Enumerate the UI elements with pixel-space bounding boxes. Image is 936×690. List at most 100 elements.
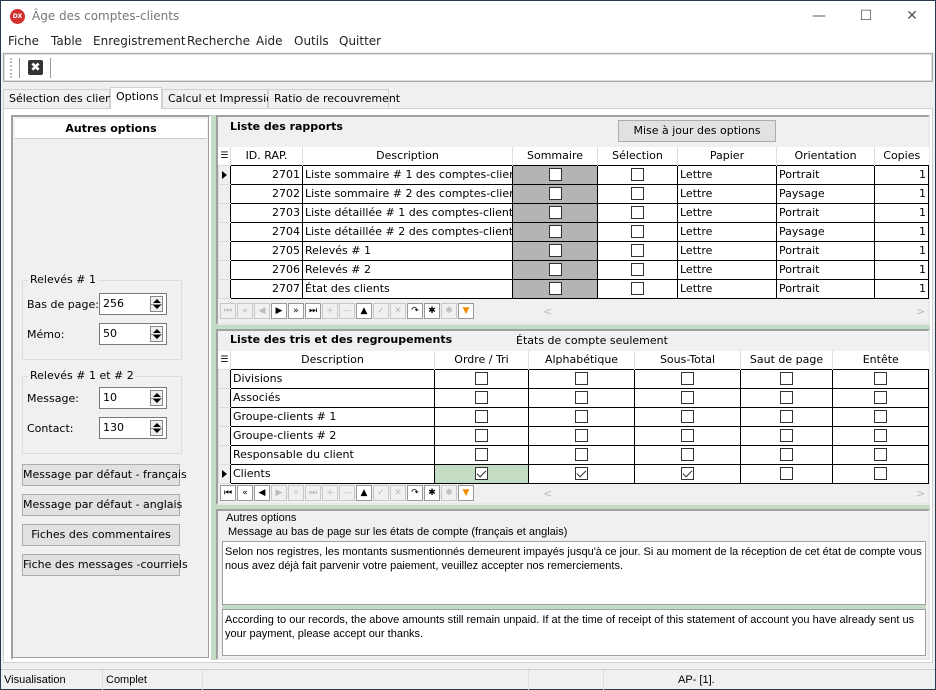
- col-header-description[interactable]: Description: [230, 351, 435, 369]
- minimize-button[interactable]: —: [796, 1, 842, 32]
- ordre-cell[interactable]: [434, 425, 529, 446]
- sommaire-cell[interactable]: [512, 278, 598, 299]
- nav-delete-icon[interactable]: —: [339, 303, 355, 319]
- alpha-cell[interactable]: [528, 425, 635, 446]
- saut-cell[interactable]: [740, 387, 833, 408]
- selection-checkbox[interactable]: [631, 187, 644, 201]
- sort-description[interactable]: Groupe-clients # 1: [230, 406, 435, 427]
- report-copies[interactable]: 1: [874, 164, 929, 185]
- sommaire-cell[interactable]: [512, 259, 598, 280]
- report-id[interactable]: 2704: [230, 221, 303, 242]
- alpha-checkbox[interactable]: [575, 410, 588, 424]
- saut-cell[interactable]: [740, 406, 833, 427]
- email-messages-button[interactable]: Fiche des messages -courriels: [22, 554, 188, 576]
- saut-checkbox[interactable]: [780, 391, 793, 405]
- sort-description[interactable]: Responsable du client: [230, 444, 435, 465]
- menu-outils[interactable]: Outils: [294, 34, 329, 48]
- ordre-cell[interactable]: [434, 368, 529, 389]
- report-description[interactable]: Liste détaillée # 1 des comptes-clients: [302, 202, 513, 223]
- saut-cell[interactable]: [740, 463, 833, 484]
- sommaire-checkbox[interactable]: [548, 187, 562, 201]
- default-message-english-button[interactable]: Message par défaut - anglais: [22, 494, 182, 516]
- col-header-orientation[interactable]: Orientation: [776, 147, 875, 165]
- alpha-checkbox[interactable]: [575, 467, 588, 481]
- row-indicator[interactable]: [218, 368, 231, 389]
- selection-cell[interactable]: [597, 164, 678, 185]
- report-description[interactable]: Liste sommaire # 1 des comptes-clients: [302, 164, 513, 185]
- memo-spinner[interactable]: 50: [99, 323, 167, 345]
- soustotal-cell[interactable]: [634, 444, 741, 465]
- row-indicator[interactable]: [218, 259, 231, 280]
- sort-description[interactable]: Clients: [230, 463, 435, 484]
- report-id[interactable]: 2706: [230, 259, 303, 280]
- report-id[interactable]: 2705: [230, 240, 303, 261]
- report-id[interactable]: 2707: [230, 278, 303, 299]
- entete-checkbox[interactable]: [874, 467, 887, 481]
- report-papier[interactable]: Lettre: [677, 278, 777, 299]
- report-papier[interactable]: Lettre: [677, 221, 777, 242]
- report-copies[interactable]: 1: [874, 221, 929, 242]
- report-copies[interactable]: 1: [874, 183, 929, 204]
- tab-selection-clients[interactable]: Sélection des clients: [3, 89, 122, 108]
- col-header-copies[interactable]: Copies: [874, 147, 929, 165]
- row-indicator[interactable]: [218, 463, 231, 484]
- nav-edit-icon[interactable]: ▲: [356, 485, 372, 501]
- nav-set-bookmark-icon[interactable]: ✱: [424, 303, 440, 319]
- scroll-right-icon[interactable]: >: [916, 487, 925, 501]
- tab-ratio-recouvrement[interactable]: Ratio de recouvrement: [268, 89, 400, 108]
- report-papier[interactable]: Lettre: [677, 183, 777, 204]
- french-message-textarea[interactable]: Selon nos registres, les montants susmen…: [222, 541, 926, 605]
- nav-refresh-icon[interactable]: ↷: [407, 485, 423, 501]
- entete-checkbox[interactable]: [874, 372, 887, 386]
- report-description[interactable]: Liste détaillée # 2 des comptes-clients: [302, 221, 513, 242]
- row-indicator[interactable]: [218, 387, 231, 408]
- row-indicator[interactable]: [218, 444, 231, 465]
- entete-cell[interactable]: [832, 368, 929, 389]
- nav-delete-icon[interactable]: —: [339, 485, 355, 501]
- sort-row[interactable]: Divisions: [218, 368, 929, 389]
- close-form-icon[interactable]: ✖: [28, 60, 43, 75]
- row-indicator[interactable]: [218, 164, 231, 185]
- row-indicator[interactable]: [218, 240, 231, 261]
- report-papier[interactable]: Lettre: [677, 202, 777, 223]
- sommaire-cell[interactable]: [512, 183, 598, 204]
- report-row[interactable]: 2706 Relevés # 2 Lettre Portrait 1: [218, 259, 929, 280]
- selection-checkbox[interactable]: [631, 206, 644, 220]
- alpha-cell[interactable]: [528, 444, 635, 465]
- nav-prior-page-icon[interactable]: «: [237, 485, 253, 501]
- scroll-left-icon[interactable]: <: [543, 487, 552, 501]
- report-copies[interactable]: 1: [874, 259, 929, 280]
- nav-last-icon[interactable]: ⏭: [305, 485, 321, 501]
- menu-enregistrement[interactable]: Enregistrement: [93, 34, 186, 48]
- nav-filter-icon[interactable]: ▼: [458, 485, 474, 501]
- message-spinner[interactable]: 10: [99, 387, 167, 409]
- nav-post-icon[interactable]: ✓: [373, 303, 389, 319]
- report-orientation[interactable]: Portrait: [776, 240, 875, 261]
- grid-menu-icon[interactable]: ☰: [218, 351, 231, 369]
- report-copies[interactable]: 1: [874, 240, 929, 261]
- report-orientation[interactable]: Paysage: [776, 221, 875, 242]
- toolbar-grip[interactable]: [10, 58, 12, 78]
- report-copies[interactable]: 1: [874, 202, 929, 223]
- sort-row[interactable]: Groupe-clients # 1: [218, 406, 929, 427]
- alpha-cell[interactable]: [528, 387, 635, 408]
- nav-refresh-icon[interactable]: ↷: [407, 303, 423, 319]
- soustotal-checkbox[interactable]: [681, 391, 694, 405]
- nav-insert-icon[interactable]: +: [322, 303, 338, 319]
- entete-cell[interactable]: [832, 387, 929, 408]
- alpha-cell[interactable]: [528, 463, 635, 484]
- selection-cell[interactable]: [597, 221, 678, 242]
- sort-description[interactable]: Associés: [230, 387, 435, 408]
- ordre-cell[interactable]: [434, 463, 529, 484]
- menu-fiche[interactable]: Fiche: [8, 34, 39, 48]
- sommaire-checkbox[interactable]: [548, 244, 562, 258]
- sommaire-checkbox[interactable]: [548, 168, 562, 182]
- close-button[interactable]: ✕: [889, 1, 935, 32]
- nav-first-icon[interactable]: ⏮: [220, 303, 236, 319]
- sommaire-checkbox[interactable]: [548, 263, 562, 277]
- soustotal-checkbox[interactable]: [681, 410, 694, 424]
- col-header-id[interactable]: ID. RAP.: [230, 147, 303, 165]
- col-header-ordre-tri[interactable]: Ordre / Tri: [434, 351, 529, 369]
- soustotal-cell[interactable]: [634, 425, 741, 446]
- selection-cell[interactable]: [597, 240, 678, 261]
